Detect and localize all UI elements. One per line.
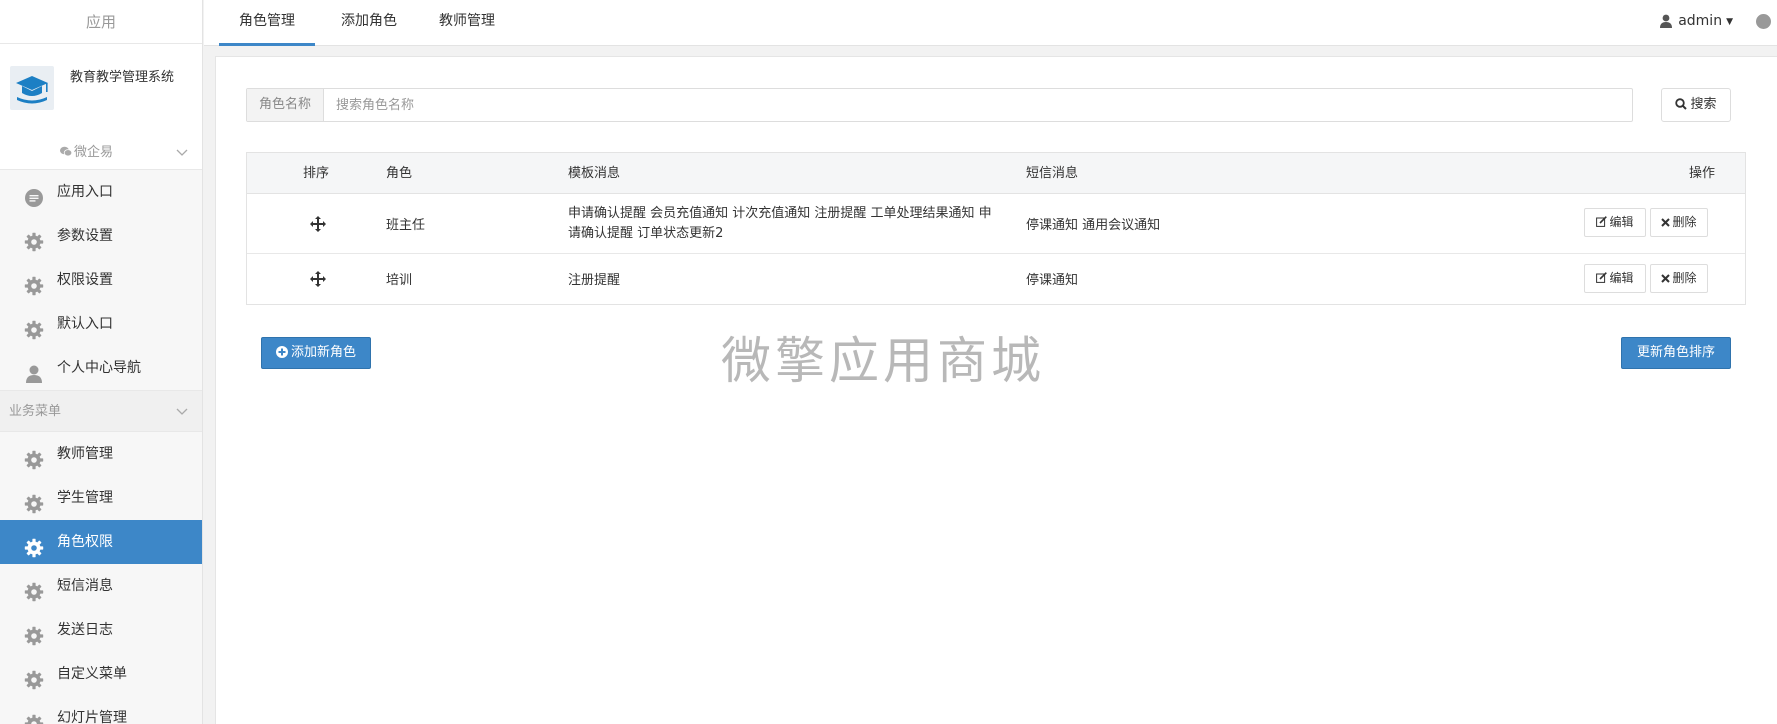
sidebar-item[interactable]: 个人中心导航 — [0, 346, 202, 390]
sidebar-item[interactable]: 学生管理 — [0, 476, 202, 520]
sidebar-item-label: 默认入口 — [57, 316, 113, 332]
gear-icon — [24, 314, 44, 340]
gear-icon — [24, 488, 44, 514]
template-msg-cell: 注册提醒 — [568, 273, 621, 288]
main-panel: 角色名称 搜索 排序 角色 模板消息 短信消息 操作 班主任 申请确认提醒 会员… — [215, 56, 1777, 724]
caret-down-icon: ▼ — [1726, 17, 1733, 27]
sidebar-group-wechat[interactable]: 微企易 — [0, 136, 202, 170]
gear-icon — [24, 444, 44, 470]
chevron-down-icon — [176, 391, 188, 433]
search-addon-label: 角色名称 — [247, 89, 324, 121]
role-table: 排序 角色 模板消息 短信消息 操作 班主任 申请确认提醒 会员充值通知 计次充… — [246, 152, 1746, 305]
top-nav: 角色管理 添加角色 教师管理 admin ▼ — [204, 0, 1777, 46]
chevron-down-icon — [176, 136, 188, 170]
sidebar-group-business[interactable]: 业务菜单 — [0, 390, 202, 432]
edit-icon — [1596, 210, 1608, 237]
chat-icon — [24, 182, 44, 207]
sidebar-item[interactable]: 短信消息 — [0, 564, 202, 608]
sidebar-item[interactable]: 幻灯片管理 — [0, 696, 202, 724]
search-icon — [1675, 91, 1688, 123]
sidebar-item[interactable]: 参数设置 — [0, 214, 202, 258]
sidebar-item[interactable]: 发送日志 — [0, 608, 202, 652]
sidebar-app-label[interactable]: 应用 — [0, 0, 202, 44]
sidebar-item-label: 发送日志 — [57, 622, 113, 638]
gear-icon — [24, 532, 44, 558]
gear-icon — [24, 708, 44, 724]
sidebar-group-business-label: 业务菜单 — [9, 404, 62, 419]
delete-button[interactable]: 删除 — [1650, 208, 1708, 237]
user-name: admin — [1678, 13, 1723, 29]
table-row: 培训 注册提醒 停课通知 编辑 删除 — [247, 254, 1745, 304]
gear-icon — [24, 576, 44, 602]
sidebar-item[interactable]: 教师管理 — [0, 432, 202, 476]
gear-icon — [24, 620, 44, 646]
message-icon[interactable] — [1756, 14, 1771, 29]
role-name: 班主任 — [386, 218, 426, 233]
sidebar-item-label: 自定义菜单 — [57, 666, 127, 682]
sidebar-item[interactable]: 自定义菜单 — [0, 652, 202, 696]
delete-button[interactable]: 删除 — [1650, 264, 1708, 293]
edit-button[interactable]: 编辑 — [1584, 264, 1646, 293]
header-sort: 排序 — [303, 166, 330, 181]
search-input[interactable] — [325, 89, 1631, 121]
user-menu[interactable]: admin ▼ — [1660, 0, 1733, 42]
header-sms-msg: 短信消息 — [1026, 166, 1079, 181]
add-role-button-label: 添加新角色 — [290, 345, 356, 360]
role-name: 培训 — [386, 273, 413, 288]
edit-icon — [1596, 266, 1608, 293]
sms-msg-cell: 停课通知 — [1026, 273, 1079, 288]
sidebar-item-label: 教师管理 — [57, 446, 113, 462]
sidebar: 应用 教育教学管理系统 微企易 应用入口参数设置权限设置默认入口个人中心导航 业… — [0, 0, 203, 724]
sidebar-item-label: 个人中心导航 — [57, 360, 141, 376]
close-icon — [1661, 266, 1671, 293]
add-role-button[interactable]: 添加新角色 — [261, 337, 371, 369]
sidebar-item[interactable]: 应用入口 — [0, 170, 202, 214]
search-group: 角色名称 — [246, 88, 1633, 122]
sidebar-item-label: 参数设置 — [57, 228, 113, 244]
user-icon — [1660, 3, 1673, 45]
gear-icon — [24, 226, 44, 252]
edit-button-label: 编辑 — [1609, 271, 1634, 285]
tab-add-role[interactable]: 添加角色 — [334, 0, 404, 46]
move-icon[interactable] — [310, 271, 326, 287]
header-template-msg: 模板消息 — [568, 166, 621, 181]
sidebar-group-wechat-label: 微企易 — [74, 145, 114, 160]
brand-name: 教育教学管理系统 — [70, 70, 175, 85]
sms-msg-cell: 停课通知 通用会议通知 — [1026, 218, 1161, 233]
table-header: 排序 角色 模板消息 短信消息 操作 — [247, 153, 1745, 194]
close-icon — [1661, 210, 1671, 237]
sidebar-item[interactable]: 权限设置 — [0, 258, 202, 302]
update-sort-button[interactable]: 更新角色排序 — [1621, 337, 1731, 369]
header-actions: 操作 — [1688, 166, 1715, 181]
delete-button-label: 删除 — [1672, 215, 1697, 229]
watermark: 微擎应用商城 — [721, 332, 1045, 390]
table-row: 班主任 申请确认提醒 会员充值通知 计次充值通知 注册提醒 工单处理结果通知 申… — [247, 194, 1745, 254]
sidebar-item[interactable]: 默认入口 — [0, 302, 202, 346]
header-role: 角色 — [386, 166, 413, 181]
wechat-icon — [60, 137, 73, 171]
user-icon — [24, 358, 44, 383]
sidebar-item-label: 学生管理 — [57, 490, 113, 506]
sidebar-item-label: 角色权限 — [57, 534, 113, 550]
sidebar-item[interactable]: 角色权限 — [0, 520, 202, 564]
search-button-label: 搜索 — [1690, 97, 1717, 112]
tab-role-management[interactable]: 角色管理 — [219, 0, 315, 46]
sidebar-item-label: 幻灯片管理 — [57, 710, 127, 724]
edit-button-label: 编辑 — [1609, 215, 1634, 229]
move-icon[interactable] — [310, 216, 326, 232]
tab-teacher-management[interactable]: 教师管理 — [432, 0, 502, 46]
gear-icon — [24, 270, 44, 296]
gear-icon — [24, 664, 44, 690]
delete-button-label: 删除 — [1672, 271, 1697, 285]
sidebar-item-label: 短信消息 — [57, 578, 113, 594]
edit-button[interactable]: 编辑 — [1584, 208, 1646, 237]
sidebar-item-label: 权限设置 — [57, 272, 113, 288]
graduation-cap-logo-icon — [10, 66, 54, 110]
sidebar-item-label: 应用入口 — [57, 184, 113, 200]
search-button[interactable]: 搜索 — [1661, 88, 1731, 122]
template-msg-cell: 申请确认提醒 会员充值通知 计次充值通知 注册提醒 工单处理结果通知 申请确认提… — [568, 206, 992, 241]
brand: 教育教学管理系统 — [0, 44, 202, 136]
plus-circle-icon — [275, 340, 288, 370]
